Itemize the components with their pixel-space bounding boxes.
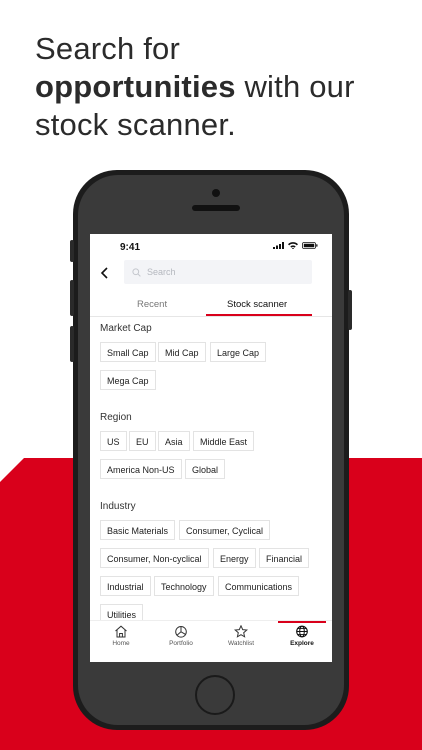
star-icon [234,625,248,638]
nav-active-indicator [278,621,326,623]
nav-item-explore[interactable]: Explore [277,625,327,647]
chip-eu[interactable]: EU [129,431,156,451]
status-time: 9:41 [120,242,141,253]
section-title-industry: Industry [100,501,136,512]
chip-financial[interactable]: Financial [259,548,310,568]
phone-side-button [70,240,74,262]
headline-line-2: opportunities with our [35,68,405,106]
nav-label-home: Home [112,640,130,647]
chip-energy[interactable]: Energy [213,548,256,568]
search-input[interactable] [145,266,299,278]
chip-basic-materials[interactable]: Basic Materials [100,520,176,540]
speaker-icon [192,205,240,211]
chip-mega-cap[interactable]: Mega Cap [100,370,156,390]
search-icon [132,267,141,277]
back-arrow-icon[interactable] [98,266,112,280]
headline-line-1: Search for [35,31,181,66]
app-screen: 9:41 Recent Stock scanner Market Cap Sma… [90,234,332,662]
bottom-nav: Home Portfolio Watchlist Explore [90,620,332,662]
nav-item-watchlist[interactable]: Watchlist [216,625,266,647]
nav-item-portfolio[interactable]: Portfolio [156,625,206,647]
nav-label-watchlist: Watchlist [227,640,255,647]
top-bar [90,260,332,286]
phone-side-button [348,290,352,330]
nav-item-home[interactable]: Home [96,625,146,647]
chip-asia[interactable]: Asia [158,431,190,451]
search-box[interactable] [124,260,312,284]
tab-bar: Recent Stock scanner [90,294,332,317]
camera-icon [212,189,220,197]
tab-stock-scanner[interactable]: Stock scanner [227,299,287,310]
home-icon [115,625,127,638]
signal-icon [273,242,284,249]
chip-global[interactable]: Global [185,459,226,479]
globe-icon [296,625,308,638]
status-bar: 9:41 [90,234,332,256]
headline-bold: opportunities [35,69,236,104]
phone-side-button [70,280,74,316]
chip-mid-cap[interactable]: Mid Cap [158,342,206,362]
home-button[interactable] [195,675,235,715]
scanner-content: Market Cap Small Cap Mid Cap Large Cap M… [90,322,332,622]
chip-consumer-non-cyclical[interactable]: Consumer, Non-cyclical [100,548,209,568]
headline: Search for opportunities with our stock … [35,30,405,144]
chip-communications[interactable]: Communications [218,576,300,596]
phone-side-button [70,326,74,362]
headline-rest: with our [235,69,355,104]
wifi-icon [288,242,298,249]
chip-middle-east[interactable]: Middle East [193,431,255,451]
nav-label-portfolio: Portfolio [169,640,193,647]
chip-small-cap[interactable]: Small Cap [100,342,156,362]
chip-industrial[interactable]: Industrial [100,576,151,596]
tab-recent[interactable]: Recent [137,299,167,310]
status-icons [273,242,318,249]
chip-america-non-us[interactable]: America Non-US [100,459,182,479]
headline-line-3: stock scanner. [35,107,236,142]
section-title-market-cap: Market Cap [100,323,152,334]
chip-large-cap[interactable]: Large Cap [210,342,267,362]
tab-active-indicator [206,314,312,316]
nav-label-explore: Explore [290,640,314,647]
battery-icon [302,242,318,249]
chip-technology[interactable]: Technology [154,576,214,596]
section-title-region: Region [100,412,132,423]
chip-consumer-cyclical[interactable]: Consumer, Cyclical [179,520,271,540]
pie-chart-icon [175,626,187,638]
chip-us[interactable]: US [100,431,127,451]
